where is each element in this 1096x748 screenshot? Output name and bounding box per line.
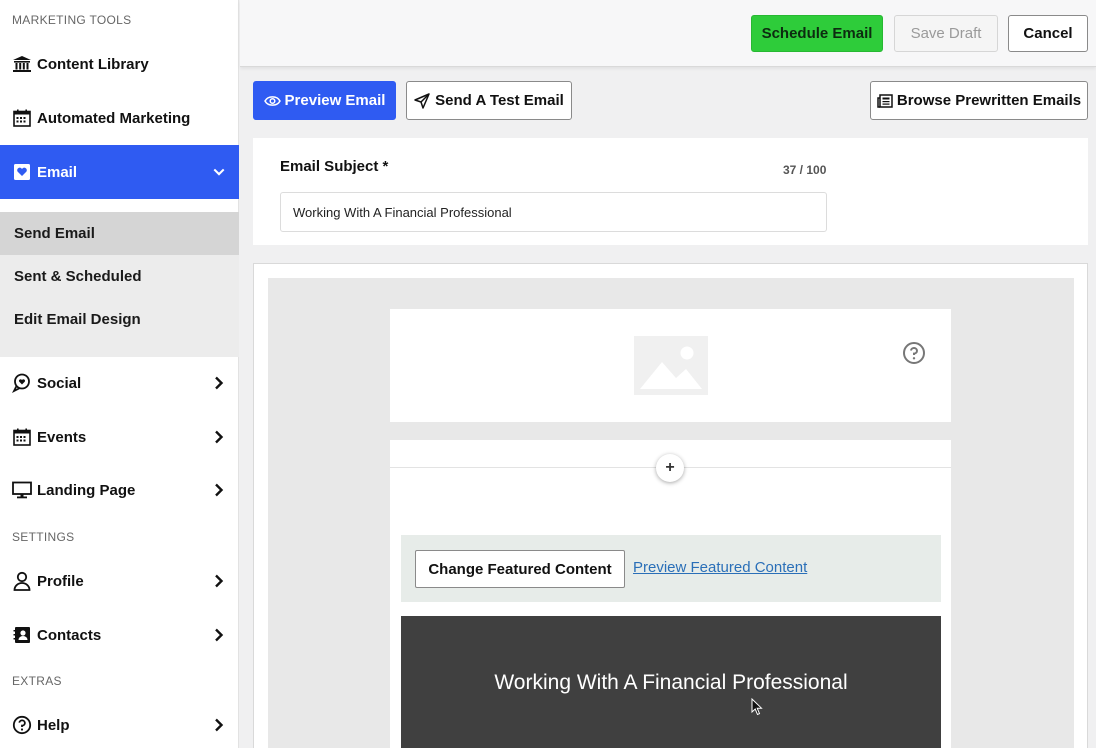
- email-content-block: + Change Featured Content Preview Featur…: [390, 440, 951, 748]
- chevron-right-icon: [213, 718, 225, 732]
- chevron-right-icon: [213, 376, 225, 390]
- chevron-right-icon: [213, 574, 225, 588]
- help-circle-icon: [12, 715, 32, 735]
- sidebar: MARKETING TOOLS Content Library Automate…: [0, 0, 239, 748]
- sidebar-item-landing-page[interactable]: Landing Page: [0, 465, 239, 515]
- sidebar-item-label: Email: [37, 163, 78, 181]
- calendar-icon: [12, 108, 32, 128]
- sidebar-item-label: Profile: [37, 572, 84, 590]
- sidebar-item-label: Events: [37, 428, 87, 446]
- featured-content-bar: Change Featured Content Preview Featured…: [401, 535, 941, 602]
- browse-prewritten-emails-label: Browse Prewritten Emails: [896, 92, 1082, 109]
- hero-title: Working With A Financial Professional: [494, 671, 848, 694]
- preview-email-button[interactable]: Preview Email: [253, 81, 396, 120]
- paper-plane-icon: [414, 92, 430, 109]
- cancel-button[interactable]: Cancel: [1008, 15, 1088, 52]
- send-test-email-button[interactable]: Send A Test Email: [406, 81, 572, 120]
- email-canvas: + Change Featured Content Preview Featur…: [268, 278, 1074, 748]
- email-subject-input[interactable]: [280, 192, 827, 232]
- image-placeholder-icon[interactable]: [634, 336, 708, 395]
- section-label-settings: SETTINGS: [12, 530, 75, 544]
- preview-email-label: Preview Email: [284, 92, 386, 109]
- chevron-down-icon: [213, 166, 225, 178]
- address-book-icon: [12, 625, 32, 645]
- sidebar-item-label: Automated Marketing: [37, 109, 191, 127]
- sidebar-item-label: Landing Page: [37, 481, 136, 499]
- submenu-item-edit-email-design[interactable]: Edit Email Design: [0, 298, 239, 341]
- newspaper-icon: [877, 93, 893, 108]
- change-featured-content-button[interactable]: Change Featured Content: [415, 550, 625, 588]
- send-test-email-label: Send A Test Email: [435, 92, 564, 109]
- email-editor: + Change Featured Content Preview Featur…: [253, 263, 1088, 748]
- eye-icon: [263, 95, 281, 107]
- bank-icon: [12, 54, 32, 74]
- sidebar-item-help[interactable]: Help: [0, 700, 239, 748]
- character-count: 37 / 100: [783, 163, 827, 177]
- preview-featured-content-link[interactable]: Preview Featured Content: [633, 559, 807, 576]
- add-section-button[interactable]: +: [656, 454, 684, 482]
- sidebar-item-content-library[interactable]: Content Library: [0, 39, 239, 89]
- user-icon: [12, 571, 32, 591]
- top-action-bar: Schedule Email Save Draft Cancel: [240, 0, 1096, 67]
- sidebar-item-contacts[interactable]: Contacts: [0, 610, 239, 660]
- sidebar-item-profile[interactable]: Profile: [0, 556, 239, 606]
- sidebar-item-automated-marketing[interactable]: Automated Marketing: [0, 93, 239, 143]
- sidebar-item-social[interactable]: Social: [0, 358, 239, 408]
- section-label-extras: EXTRAS: [12, 674, 62, 688]
- chevron-right-icon: [213, 430, 225, 444]
- schedule-email-button[interactable]: Schedule Email: [751, 15, 883, 52]
- sidebar-item-email[interactable]: Email: [0, 145, 239, 199]
- sidebar-item-label: Content Library: [37, 55, 149, 73]
- sidebar-item-label: Help: [37, 716, 70, 734]
- submenu-item-send-email[interactable]: Send Email: [0, 212, 239, 255]
- browse-prewritten-emails-button[interactable]: Browse Prewritten Emails: [870, 81, 1088, 120]
- featured-hero-banner[interactable]: Working With A Financial Professional: [401, 616, 941, 748]
- email-submenu: Send Email Sent & Scheduled Edit Email D…: [0, 212, 239, 357]
- help-circle-icon[interactable]: [902, 341, 926, 365]
- email-header-block[interactable]: [390, 309, 951, 422]
- email-subject-card: Email Subject * 37 / 100: [253, 138, 1088, 245]
- email-heart-icon: [12, 162, 32, 182]
- sidebar-item-label: Social: [37, 374, 82, 392]
- section-label-marketing-tools: MARKETING TOOLS: [12, 13, 132, 27]
- sidebar-item-label: Contacts: [37, 626, 102, 644]
- chat-bubble-icon: [12, 373, 32, 393]
- chevron-right-icon: [213, 483, 225, 497]
- chevron-right-icon: [213, 628, 225, 642]
- mouse-cursor-icon: [751, 697, 763, 721]
- submenu-item-sent-scheduled[interactable]: Sent & Scheduled: [0, 255, 239, 298]
- sidebar-item-events[interactable]: Events: [0, 412, 239, 462]
- calendar-icon: [12, 427, 32, 447]
- monitor-icon: [12, 480, 32, 500]
- save-draft-button[interactable]: Save Draft: [894, 15, 998, 52]
- email-subject-label: Email Subject *: [280, 158, 389, 175]
